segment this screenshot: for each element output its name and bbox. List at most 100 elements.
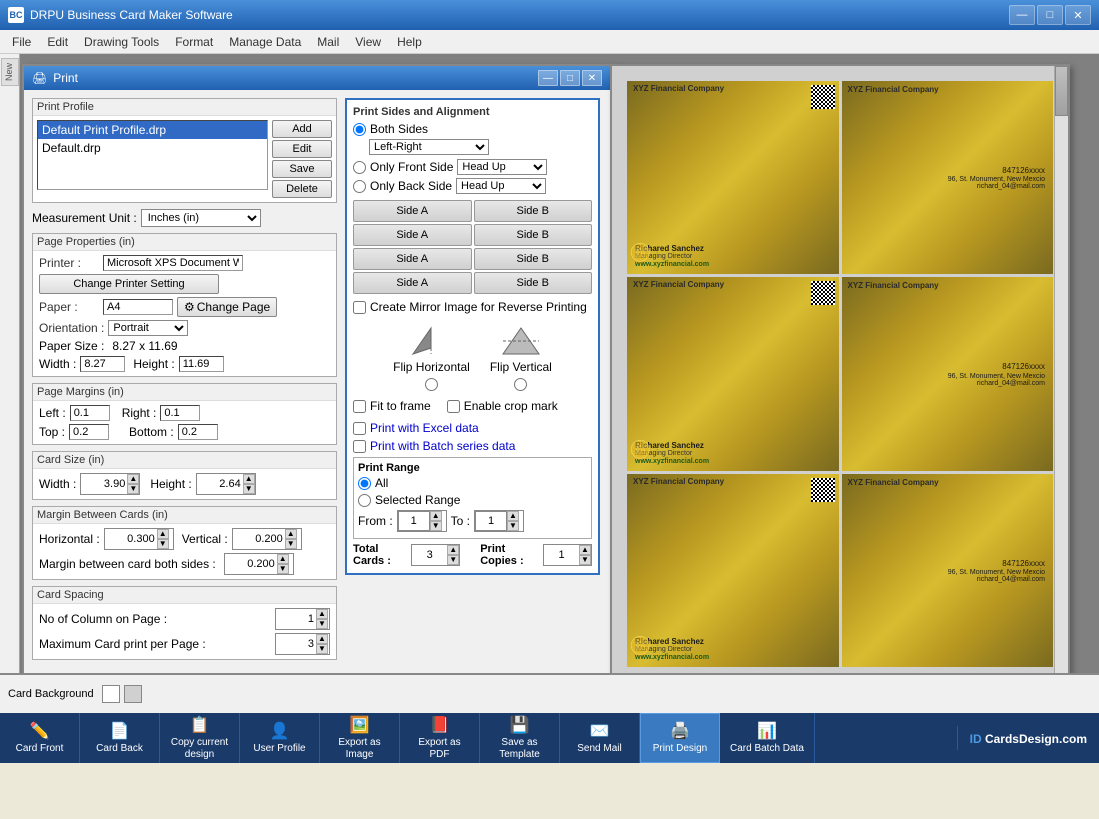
vertical-down[interactable]: ▼: [285, 539, 297, 549]
taskbar-export-pdf[interactable]: 📕 Export asPDF: [400, 713, 480, 763]
columns-up[interactable]: ▲: [316, 609, 328, 619]
taskbar-export-image[interactable]: 🖼️ Export asImage: [320, 713, 400, 763]
menu-manage-data[interactable]: Manage Data: [221, 33, 309, 51]
vertical-input[interactable]: [233, 529, 285, 549]
print-batch-checkbox[interactable]: [353, 440, 366, 453]
card-height-down[interactable]: ▼: [243, 484, 255, 494]
from-up[interactable]: ▲: [430, 511, 442, 521]
vertical-up[interactable]: ▲: [285, 529, 297, 539]
menu-file[interactable]: File: [4, 33, 39, 51]
back-side-radio[interactable]: [353, 180, 366, 193]
print-excel-checkbox[interactable]: [353, 422, 366, 435]
print-copies-spinbox[interactable]: ▲ ▼: [543, 544, 592, 566]
taskbar-card-front[interactable]: ✏️ Card Front: [0, 713, 80, 763]
flip-horizontal-option[interactable]: Flip Horizontal: [393, 326, 470, 391]
max-cards-down[interactable]: ▼: [316, 644, 328, 654]
taskbar-send-mail[interactable]: ✉️ Send Mail: [560, 713, 640, 763]
side-b-3[interactable]: Side B: [474, 248, 593, 270]
paper-input[interactable]: [103, 299, 173, 315]
columns-spinbox[interactable]: ▲ ▼: [275, 608, 330, 630]
back-head-select[interactable]: Head Up Head Down: [456, 178, 546, 194]
card-width-input[interactable]: [81, 474, 127, 494]
bottom-margin-input[interactable]: [178, 424, 218, 440]
from-down[interactable]: ▼: [430, 521, 442, 531]
total-cards-up[interactable]: ▲: [447, 545, 459, 555]
horizontal-spinbox[interactable]: ▲ ▼: [104, 528, 174, 550]
new-button[interactable]: New: [1, 58, 19, 86]
both-sides-input[interactable]: [225, 554, 277, 574]
all-radio[interactable]: [358, 477, 371, 490]
preview-scrollbar[interactable]: [1054, 66, 1068, 673]
side-a-4[interactable]: Side A: [353, 272, 472, 294]
delete-profile-button[interactable]: Delete: [272, 180, 332, 198]
color-box-gray[interactable]: [124, 685, 142, 703]
enable-crop-checkbox[interactable]: [447, 400, 460, 413]
to-spinbox[interactable]: ▲ ▼: [474, 510, 524, 532]
mirror-checkbox[interactable]: [353, 301, 366, 314]
max-cards-input[interactable]: [276, 634, 316, 654]
both-sides-spinbox[interactable]: ▲ ▼: [224, 553, 294, 575]
card-width-spinbox[interactable]: ▲ ▼: [80, 473, 140, 495]
card-width-up[interactable]: ▲: [127, 474, 139, 484]
card-height-up[interactable]: ▲: [243, 474, 255, 484]
print-copies-down[interactable]: ▼: [579, 555, 591, 565]
to-up[interactable]: ▲: [507, 511, 519, 521]
taskbar-save-template[interactable]: 💾 Save asTemplate: [480, 713, 560, 763]
add-profile-button[interactable]: Add: [272, 120, 332, 138]
card-height-spinbox[interactable]: ▲ ▼: [196, 473, 256, 495]
taskbar-card-back[interactable]: 📄 Card Back: [80, 713, 160, 763]
side-a-2[interactable]: Side A: [353, 224, 472, 246]
side-b-2[interactable]: Side B: [474, 224, 593, 246]
color-box-white[interactable]: [102, 685, 120, 703]
profile-item-0[interactable]: Default Print Profile.drp: [38, 121, 267, 139]
close-button[interactable]: ✕: [1065, 5, 1091, 25]
both-sides-up[interactable]: ▲: [277, 554, 289, 564]
vertical-spinbox[interactable]: ▲ ▼: [232, 528, 302, 550]
taskbar-card-batch[interactable]: 📊 Card Batch Data: [720, 713, 815, 763]
print-copies-up[interactable]: ▲: [579, 545, 591, 555]
flip-vertical-radio[interactable]: [514, 378, 527, 391]
front-side-radio[interactable]: [353, 161, 366, 174]
dialog-close[interactable]: ✕: [582, 70, 602, 86]
width-input[interactable]: [80, 356, 125, 372]
columns-input[interactable]: [276, 609, 316, 629]
top-margin-input[interactable]: [69, 424, 109, 440]
dialog-minimize[interactable]: —: [538, 70, 558, 86]
menu-format[interactable]: Format: [167, 33, 221, 51]
total-cards-down[interactable]: ▼: [447, 555, 459, 565]
menu-edit[interactable]: Edit: [39, 33, 76, 51]
card-width-down[interactable]: ▼: [127, 484, 139, 494]
dialog-maximize[interactable]: □: [560, 70, 580, 86]
print-copies-input[interactable]: [544, 545, 579, 565]
selected-range-radio[interactable]: [358, 494, 371, 507]
horizontal-down[interactable]: ▼: [157, 539, 169, 549]
menu-view[interactable]: View: [347, 33, 389, 51]
taskbar-copy-design[interactable]: 📋 Copy currentdesign: [160, 713, 240, 763]
side-a-3[interactable]: Side A: [353, 248, 472, 270]
scrollbar-thumb[interactable]: [1055, 66, 1068, 116]
menu-drawing-tools[interactable]: Drawing Tools: [76, 33, 167, 51]
profile-item-1[interactable]: Default.drp: [38, 139, 267, 157]
flip-horizontal-radio[interactable]: [425, 378, 438, 391]
height-input[interactable]: [179, 356, 224, 372]
fit-to-frame-checkbox[interactable]: [353, 400, 366, 413]
card-height-input[interactable]: [197, 474, 243, 494]
max-cards-spinbox[interactable]: ▲ ▼: [275, 633, 330, 655]
left-margin-input[interactable]: [70, 405, 110, 421]
maximize-button[interactable]: □: [1037, 5, 1063, 25]
change-page-button[interactable]: ⚙ Change Page: [177, 297, 277, 317]
orientation-select[interactable]: Portrait Landscape: [108, 320, 188, 336]
both-sides-down[interactable]: ▼: [277, 564, 289, 574]
horizontal-input[interactable]: [105, 529, 157, 549]
from-spinbox[interactable]: ▲ ▼: [397, 510, 447, 532]
to-down[interactable]: ▼: [507, 521, 519, 531]
change-printer-button[interactable]: Change Printer Setting: [39, 274, 219, 294]
total-cards-input[interactable]: [412, 545, 447, 565]
profile-list[interactable]: Default Print Profile.drp Default.drp: [37, 120, 268, 190]
taskbar-print-design[interactable]: 🖨️ Print Design: [640, 713, 720, 763]
menu-help[interactable]: Help: [389, 33, 430, 51]
from-input[interactable]: [398, 511, 430, 531]
side-b-1[interactable]: Side B: [474, 200, 593, 222]
lr-select[interactable]: Left-Right Top-Bottom: [369, 139, 489, 155]
max-cards-up[interactable]: ▲: [316, 634, 328, 644]
